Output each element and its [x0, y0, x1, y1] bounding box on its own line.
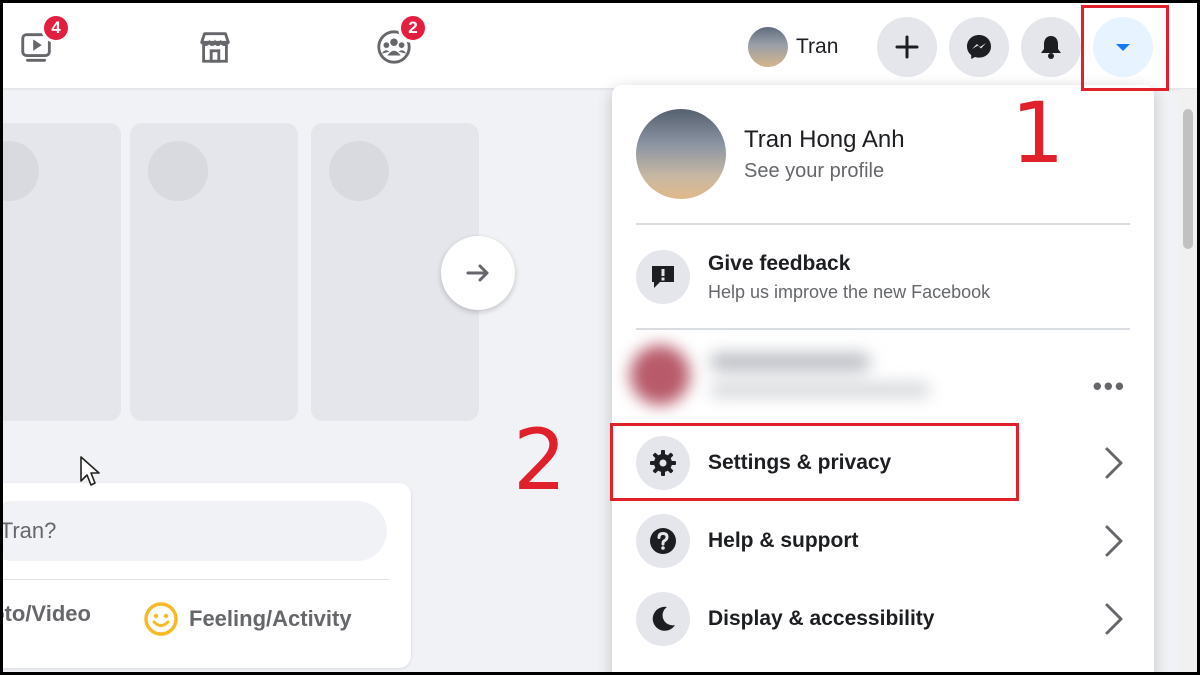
watch-nav-button[interactable]: 4	[15, 13, 71, 69]
account-dropdown-menu: Tran Hong Anh See your profile Give feed…	[612, 85, 1154, 672]
divider	[3, 579, 389, 580]
help-support-label: Help & support	[708, 529, 859, 552]
scrollbar-thumb[interactable]	[1183, 109, 1193, 249]
top-nav-bar: 4 2 Tran	[3, 3, 1197, 89]
step-number-1: 1	[1011, 84, 1065, 182]
more-options-icon[interactable]: •••	[1093, 371, 1126, 402]
story-card[interactable]	[130, 123, 298, 421]
story-avatar	[3, 141, 39, 201]
display-accessibility-label: Display & accessibility	[708, 607, 935, 630]
feedback-icon	[652, 266, 674, 288]
smiley-icon	[144, 602, 178, 636]
profile-full-name: Tran Hong Anh	[744, 125, 905, 153]
scrollbar[interactable]	[1179, 89, 1197, 672]
moon-icon	[652, 606, 675, 631]
story-avatar	[148, 141, 208, 201]
composer-placeholder: l, Tran?	[3, 518, 57, 543]
groups-nav-button[interactable]: 2	[372, 13, 428, 69]
profile-link[interactable]: Tran Hong Anh See your profile	[636, 109, 905, 199]
photo-video-label: Photo/Video	[3, 601, 91, 626]
marketplace-icon	[200, 32, 230, 63]
profile-shortcut[interactable]: Tran	[748, 25, 838, 69]
highlight-box-step2	[610, 423, 1019, 501]
avatar	[630, 345, 690, 405]
feedback-description: Help us improve the new Facebook	[708, 281, 991, 302]
plus-icon	[895, 35, 919, 59]
watch-badge: 4	[41, 13, 71, 43]
chevron-right-icon	[1105, 447, 1123, 479]
story-avatar	[329, 141, 389, 201]
stories-next-button[interactable]	[441, 236, 515, 310]
blurred-account-row[interactable]	[630, 337, 930, 417]
blurred-text	[710, 353, 870, 371]
feeling-activity-label: Feeling/Activity	[189, 606, 352, 631]
bell-icon	[1041, 36, 1061, 59]
chevron-right-icon	[1105, 603, 1123, 635]
blurred-text	[710, 383, 930, 397]
divider	[636, 328, 1130, 330]
notifications-button[interactable]	[1021, 17, 1081, 77]
avatar	[636, 109, 726, 199]
highlight-box-step1	[1081, 5, 1169, 91]
post-composer: l, Tran? Photo/Video Feeling/Activity	[3, 483, 411, 668]
browser-viewport: 4 2 Tran Tran? to/Video Feeling/Activity…	[3, 3, 1197, 672]
messenger-icon	[967, 35, 991, 59]
groups-badge: 2	[398, 13, 428, 43]
help-support-item[interactable]: Help & support	[636, 514, 859, 568]
profile-name: Tran	[796, 35, 839, 58]
step-number-2: 2	[513, 411, 567, 509]
feedback-title: Give feedback	[708, 251, 851, 275]
feeling-activity-button[interactable]: Feeling/Activity	[143, 601, 352, 637]
photo-video-button[interactable]: Photo/Video	[3, 601, 91, 627]
marketplace-nav-button[interactable]	[193, 25, 237, 69]
avatar	[748, 27, 788, 67]
mouse-cursor-icon	[80, 456, 100, 486]
story-card[interactable]	[3, 123, 121, 421]
profile-subtitle: See your profile	[744, 159, 885, 182]
give-feedback-item[interactable]: Give feedback Help us improve the new Fa…	[636, 250, 990, 304]
moon-icon-wrap	[636, 592, 690, 646]
chevron-right-icon	[1105, 525, 1123, 557]
feedback-icon-wrap	[636, 250, 690, 304]
question-icon	[650, 528, 676, 554]
display-accessibility-item[interactable]: Display & accessibility	[636, 592, 934, 646]
divider	[636, 223, 1130, 225]
composer-input[interactable]: l, Tran?	[3, 501, 387, 561]
question-icon-wrap	[636, 514, 690, 568]
arrow-right-icon	[466, 264, 489, 282]
messenger-button[interactable]	[949, 17, 1009, 77]
create-button[interactable]	[877, 17, 937, 77]
